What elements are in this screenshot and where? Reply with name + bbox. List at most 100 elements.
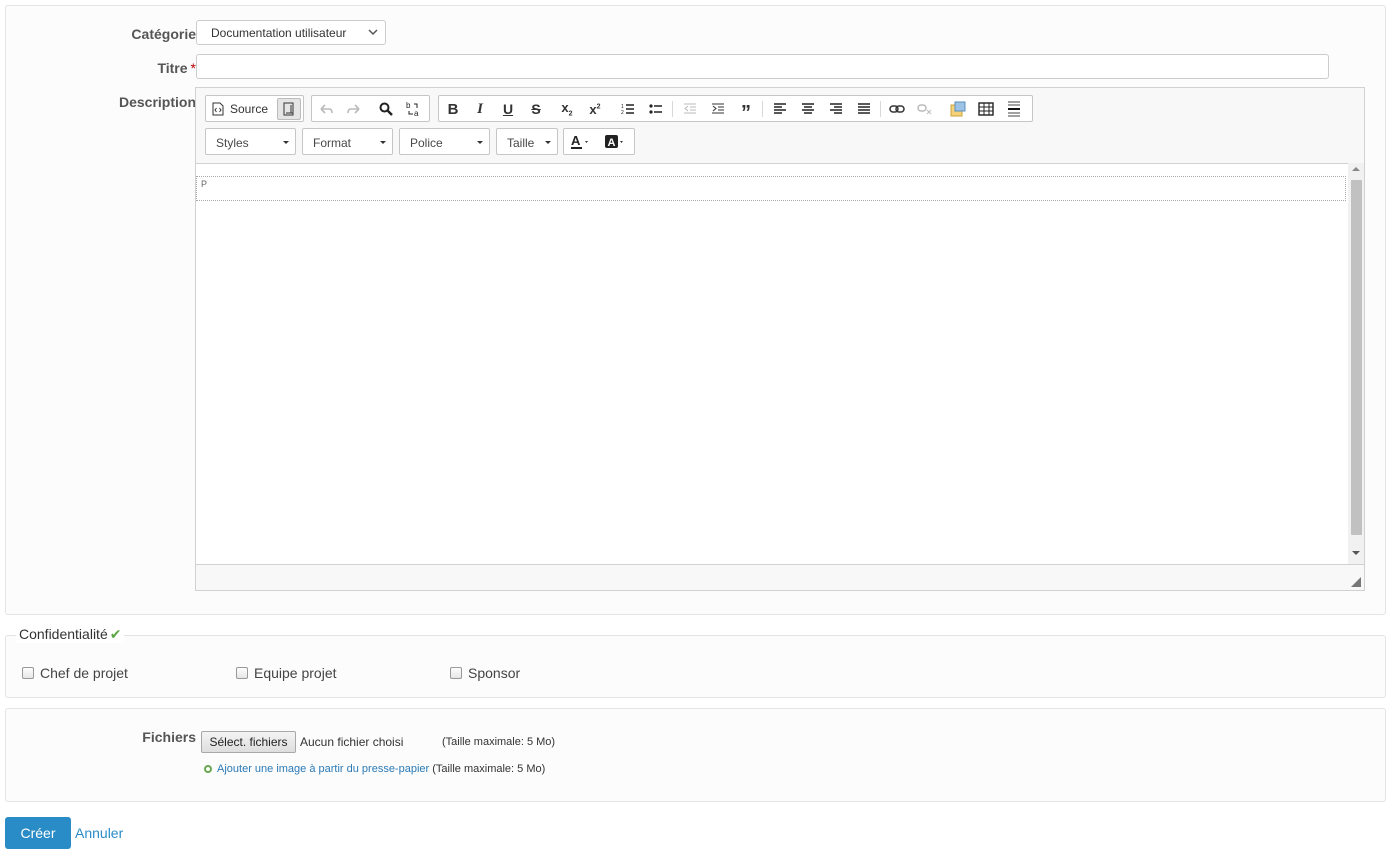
source-button[interactable]: Source [208, 98, 276, 120]
styles-combo[interactable]: Styles [205, 128, 296, 155]
underline-icon: U [502, 101, 514, 117]
rich-text-editor: Source ba B I U S x2 x2 12 ” Styles Form… [195, 87, 1365, 591]
block-tag-label: P [201, 179, 208, 189]
blockquote-button[interactable]: ” [734, 98, 758, 124]
unlink-button[interactable] [913, 98, 937, 120]
svg-text:a: a [414, 109, 419, 117]
checkbox-icon[interactable] [22, 667, 34, 679]
source-label: Source [230, 102, 269, 116]
background-color-icon: A [605, 135, 623, 149]
checkbox-icon[interactable] [450, 667, 462, 679]
chevron-down-icon [368, 29, 378, 36]
toolbar-separator [672, 101, 673, 117]
checkbox-label: Equipe projet [254, 665, 337, 681]
files-label: Fichiers [142, 729, 196, 745]
checkbox-equipe-projet[interactable]: Equipe projet [236, 665, 337, 681]
horizontal-rule-button[interactable] [1002, 98, 1026, 120]
add-icon [204, 765, 212, 773]
bold-button[interactable]: B [441, 98, 465, 120]
scroll-up-arrow-icon[interactable] [1352, 166, 1360, 172]
cancel-link[interactable]: Annuler [75, 825, 123, 841]
bulleted-list-icon [649, 104, 662, 114]
align-right-button[interactable] [824, 98, 848, 120]
paste-image-link[interactable]: Ajouter une image à partir du presse-pap… [217, 763, 429, 775]
paste-image-row: Ajouter une image à partir du presse-pap… [204, 763, 545, 775]
checkbox-chef-de-projet[interactable]: Chef de projet [22, 665, 128, 681]
find-icon [379, 102, 393, 116]
link-button[interactable] [885, 98, 909, 120]
no-file-chosen-text: Aucun fichier choisi [300, 735, 404, 749]
superscript-icon: x2 [589, 101, 601, 117]
superscript-button[interactable]: x2 [583, 98, 607, 120]
undo-button[interactable] [314, 98, 338, 120]
outdent-icon [684, 103, 696, 114]
background-color-button[interactable]: A [604, 132, 632, 152]
image-button[interactable] [946, 98, 970, 120]
checkbox-label: Chef de projet [40, 665, 128, 681]
redo-icon [347, 104, 360, 114]
size-combo[interactable]: Taille [496, 128, 558, 155]
blockquote-icon: ” [741, 101, 751, 124]
numbered-list-button[interactable]: 12 [616, 98, 640, 120]
font-combo[interactable]: Police [399, 128, 490, 155]
text-color-button[interactable]: A [570, 132, 598, 152]
outdent-button[interactable] [678, 98, 702, 120]
paragraph-block[interactable]: P [196, 176, 1346, 201]
align-left-button[interactable] [768, 98, 792, 120]
find-button[interactable] [374, 98, 398, 120]
chevron-down-icon [477, 141, 483, 144]
max-size-text: (Taille maximale: 5 Mo) [442, 736, 556, 748]
editor-content-area[interactable]: P [196, 163, 1348, 564]
italic-icon: I [477, 100, 483, 117]
align-center-button[interactable] [796, 98, 820, 120]
editor-scrollbar[interactable] [1348, 163, 1364, 564]
select-files-button[interactable]: Sélect. fichiers [201, 731, 296, 753]
chevron-down-icon [283, 141, 289, 144]
toolbar-group-formatting: B I U S x2 x2 12 ” [438, 95, 1033, 124]
subscript-icon: x2 [561, 100, 573, 118]
checkmark-icon: ✔ [109, 626, 122, 642]
format-combo[interactable]: Format [302, 128, 393, 155]
checkbox-label: Sponsor [468, 665, 521, 681]
justify-icon [858, 103, 870, 114]
confidentiality-fieldset [5, 635, 1386, 698]
bulleted-list-button[interactable] [644, 98, 668, 120]
bold-icon: B [447, 100, 459, 118]
table-button[interactable] [974, 98, 998, 120]
color-group: A A [563, 128, 635, 155]
redo-button[interactable] [342, 98, 366, 120]
scroll-down-arrow-icon[interactable] [1352, 550, 1360, 556]
scroll-thumb[interactable] [1351, 180, 1362, 535]
checkbox-sponsor[interactable]: Sponsor [450, 665, 520, 681]
checkbox-icon[interactable] [236, 667, 248, 679]
replace-icon: ba [406, 101, 419, 117]
toolbar-group-edit: ba [311, 95, 430, 122]
toolbar-group-document: Source [205, 95, 304, 122]
horizontal-rule-icon [1008, 101, 1020, 117]
strikethrough-button[interactable]: S [524, 98, 548, 120]
confidentiality-legend: Confidentialité ✔ [16, 626, 125, 643]
image-icon [950, 101, 966, 117]
editor-bottom-bar [196, 564, 1364, 590]
source-code-icon [212, 102, 224, 116]
svg-text:A: A [571, 134, 581, 148]
category-select[interactable]: Documentation utilisateur [196, 20, 386, 45]
subscript-button[interactable]: x2 [555, 98, 579, 120]
link-icon [889, 105, 905, 113]
align-right-icon [830, 103, 842, 114]
indent-icon [712, 103, 724, 114]
indent-button[interactable] [706, 98, 730, 120]
align-center-icon [802, 103, 814, 114]
justify-button[interactable] [852, 98, 876, 120]
numbered-list-icon: 12 [621, 104, 634, 115]
toolbar-separator [880, 101, 881, 117]
description-label: Description [118, 94, 196, 110]
underline-button[interactable]: U [496, 98, 520, 120]
maximize-button[interactable] [277, 98, 301, 120]
title-input[interactable] [196, 54, 1329, 79]
replace-button[interactable]: ba [402, 98, 426, 120]
italic-button[interactable]: I [468, 98, 492, 120]
resize-grip-icon[interactable] [1351, 577, 1361, 587]
maximize-icon [283, 102, 294, 116]
create-button[interactable]: Créer [5, 817, 71, 849]
